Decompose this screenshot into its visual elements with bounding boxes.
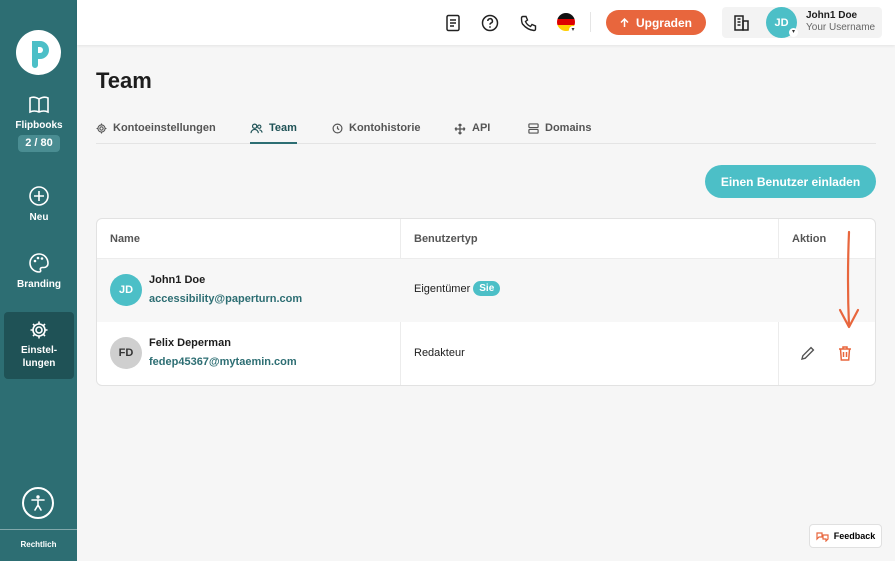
sidebar: Flipbooks 2 / 80 Neu Branding Einstel- l… bbox=[0, 0, 77, 561]
sidebar-divider bbox=[0, 529, 77, 530]
app-logo[interactable] bbox=[16, 30, 61, 75]
document-icon[interactable] bbox=[443, 13, 463, 33]
table-row: JD John1 Doe accessibility@paperturn.com… bbox=[97, 259, 875, 322]
invite-user-button[interactable]: Einen Benutzer einladen bbox=[705, 165, 876, 198]
sidebar-item-label: Einstel- bbox=[20, 345, 58, 356]
phone-icon[interactable] bbox=[518, 13, 538, 33]
tab-label: Kontohistorie bbox=[349, 122, 421, 134]
chevron-down-icon: ▾ bbox=[789, 28, 798, 37]
user-type-label: Redakteur bbox=[414, 347, 465, 359]
tab-label: Team bbox=[269, 122, 297, 134]
topbar-divider bbox=[590, 12, 591, 32]
help-icon[interactable] bbox=[480, 13, 500, 33]
page-title: Team bbox=[96, 68, 152, 93]
edit-icon[interactable] bbox=[798, 343, 818, 363]
column-header-type: Benutzertyp bbox=[414, 233, 478, 245]
user-name: Felix Deperman bbox=[149, 337, 231, 349]
chevron-down-icon: ▾ bbox=[569, 26, 577, 34]
tab-team[interactable]: Team bbox=[250, 122, 297, 144]
feedback-icon bbox=[816, 531, 829, 542]
annotation-arrow-icon bbox=[838, 230, 860, 329]
move-arrows-icon bbox=[454, 123, 466, 135]
users-icon bbox=[250, 123, 263, 134]
sidebar-item-settings[interactable]: Einstel- lungen bbox=[4, 312, 74, 379]
column-header-action: Aktion bbox=[792, 233, 827, 245]
server-icon bbox=[528, 123, 539, 134]
user-name: John1 Doe bbox=[149, 274, 206, 286]
tab-label: API bbox=[472, 122, 491, 134]
gear-icon bbox=[30, 321, 48, 339]
flipbook-count-badge: 2 / 80 bbox=[18, 135, 60, 152]
accessibility-icon bbox=[31, 495, 45, 511]
book-open-icon bbox=[29, 96, 49, 114]
user-email: accessibility@paperturn.com bbox=[149, 293, 303, 305]
building-icon[interactable] bbox=[733, 14, 750, 36]
user-type: Eigentümer Sie bbox=[414, 281, 501, 296]
upgrade-label: Upgraden bbox=[635, 15, 692, 30]
tab-label: Domains bbox=[545, 122, 592, 134]
gear-icon bbox=[96, 123, 107, 134]
team-table: Name Benutzertyp Aktion JD John1 Doe acc… bbox=[96, 218, 876, 386]
legal-link[interactable]: Rechtlich bbox=[0, 540, 77, 549]
table-row: FD Felix Deperman fedep45367@mytaemin.co… bbox=[97, 322, 875, 385]
accessibility-button[interactable] bbox=[22, 487, 54, 519]
sidebar-item-flipbooks[interactable]: Flipbooks 2 / 80 bbox=[4, 95, 74, 152]
user-type-label: Eigentümer bbox=[414, 282, 471, 295]
tab-account-settings[interactable]: Kontoeinstellungen bbox=[96, 122, 216, 144]
you-badge: Sie bbox=[473, 281, 501, 296]
sidebar-item-branding[interactable]: Branding bbox=[4, 252, 74, 291]
tab-account-history[interactable]: Kontohistorie bbox=[332, 122, 421, 144]
plus-circle-icon bbox=[29, 186, 49, 206]
feedback-button[interactable]: Feedback bbox=[809, 524, 882, 548]
history-icon bbox=[332, 123, 343, 134]
user-menu[interactable]: JD ▾ John1 Doe Your Username bbox=[722, 7, 882, 38]
user-name: John1 Doe bbox=[806, 10, 858, 21]
palette-icon bbox=[29, 253, 49, 273]
sidebar-item-label: Flipbooks bbox=[15, 120, 63, 131]
sidebar-item-new[interactable]: Neu bbox=[4, 185, 74, 224]
tab-domains[interactable]: Domains bbox=[528, 122, 591, 144]
user-email: fedep45367@mytaemin.com bbox=[149, 356, 297, 368]
avatar: FD bbox=[110, 337, 142, 369]
table-header: Name Benutzertyp Aktion bbox=[97, 219, 875, 259]
upgrade-button[interactable]: Upgraden bbox=[606, 10, 706, 35]
trash-icon[interactable] bbox=[835, 343, 855, 363]
feedback-label: Feedback bbox=[833, 531, 876, 541]
user-type: Redakteur bbox=[414, 347, 465, 359]
tab-label: Kontoeinstellungen bbox=[113, 122, 216, 134]
sidebar-item-label: lungen bbox=[22, 358, 56, 369]
sidebar-item-label: Branding bbox=[17, 279, 61, 290]
sidebar-item-label: Neu bbox=[29, 212, 49, 223]
tab-api[interactable]: API bbox=[454, 122, 490, 144]
user-subtitle: Your Username bbox=[806, 22, 876, 33]
settings-tabs: Kontoeinstellungen Team Kontohistorie AP… bbox=[96, 122, 876, 144]
top-bar: ▾ Upgraden JD ▾ John1 Doe Your Username bbox=[77, 0, 895, 45]
arrow-up-icon bbox=[620, 17, 629, 27]
column-header-name: Name bbox=[110, 233, 140, 245]
avatar: JD bbox=[110, 274, 142, 306]
